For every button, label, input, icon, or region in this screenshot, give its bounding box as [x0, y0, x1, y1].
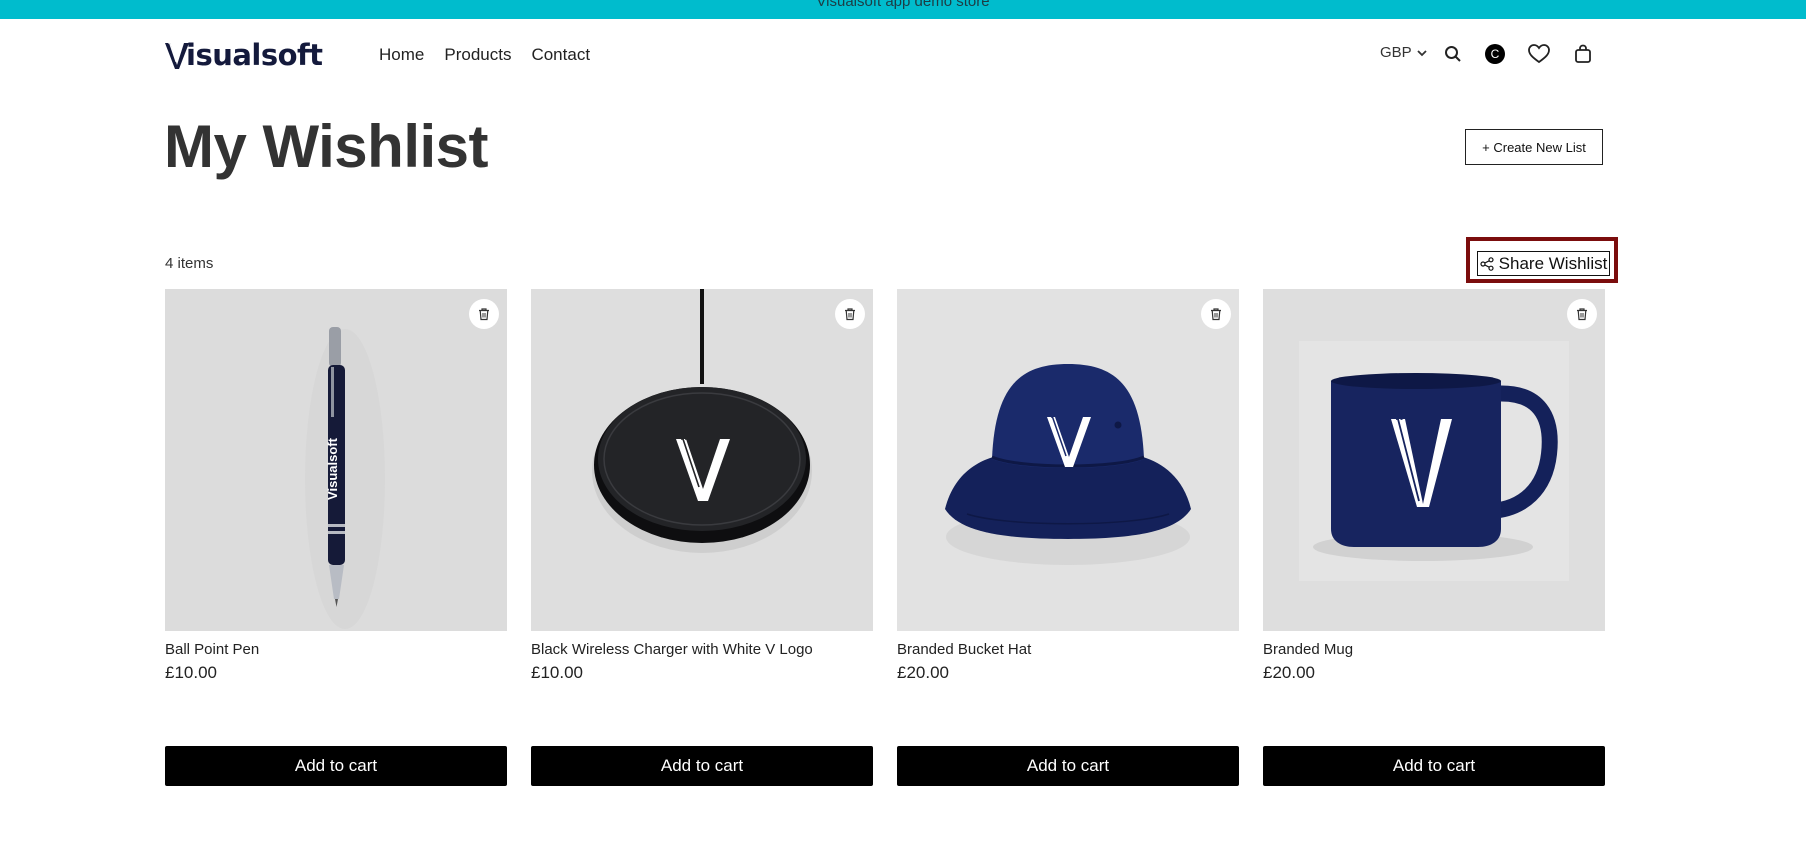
nav-home[interactable]: Home [379, 43, 424, 67]
product-price: £10.00 [531, 663, 583, 682]
nav-products[interactable]: Products [444, 43, 511, 67]
nav-contact[interactable]: Contact [531, 43, 590, 67]
add-to-cart-button[interactable]: Add to cart [897, 746, 1239, 786]
announcement-bar: Visualsoft app demo store [0, 0, 1806, 19]
remove-item-button[interactable] [835, 299, 865, 329]
trash-icon [1211, 308, 1221, 321]
share-wishlist-label: Share Wishlist [1498, 253, 1608, 273]
announcement-text: Visualsoft app demo store [816, 0, 990, 10]
product-name[interactable]: Black Wireless Charger with White V Logo [531, 641, 813, 658]
wishlist-grid: Visualsoft Ball Point Pen £10.00 Add to … [165, 289, 1605, 789]
product-image-bucket-hat[interactable] [897, 289, 1239, 631]
wishlist-item: Visualsoft Ball Point Pen £10.00 Add to … [165, 289, 507, 786]
svg-text:Visualsoft: Visualsoft [325, 437, 340, 500]
main-nav: Home Products Contact [379, 43, 610, 67]
currency-label: GBP [1380, 44, 1412, 61]
product-image-mug[interactable] [1263, 289, 1605, 631]
trash-icon [1577, 308, 1587, 321]
product-price: £20.00 [1263, 663, 1315, 682]
remove-item-button[interactable] [1201, 299, 1231, 329]
chevron-down-icon [1417, 49, 1427, 56]
share-wishlist-button[interactable]: Share Wishlist [1477, 251, 1610, 276]
add-to-cart-button[interactable]: Add to cart [531, 746, 873, 786]
trash-icon [845, 308, 855, 321]
add-to-cart-button[interactable]: Add to cart [165, 746, 507, 786]
wishlist-item: Branded Mug £20.00 Add to cart [1263, 289, 1605, 786]
trash-icon [479, 308, 489, 321]
product-price: £10.00 [165, 663, 217, 682]
product-name[interactable]: Branded Bucket Hat [897, 641, 1031, 658]
product-price: £20.00 [897, 663, 949, 682]
product-name[interactable]: Ball Point Pen [165, 641, 259, 658]
product-name[interactable]: Branded Mug [1263, 641, 1353, 658]
product-image-pen[interactable]: Visualsoft [165, 289, 507, 631]
site-header: isualsoft Home Products Contact GBP C [0, 19, 1806, 89]
page-title: My Wishlist [164, 113, 489, 180]
remove-item-button[interactable] [1567, 299, 1597, 329]
create-new-list-button[interactable]: + Create New List [1465, 129, 1603, 165]
heart-icon[interactable] [1528, 43, 1550, 65]
account-icon[interactable]: C [1484, 43, 1506, 65]
logo[interactable]: isualsoft [165, 37, 323, 73]
wishlist-item: Branded Bucket Hat £20.00 Add to cart [897, 289, 1239, 786]
product-image-charger[interactable] [531, 289, 873, 631]
share-icon [1480, 256, 1494, 271]
account-initial: C [1485, 44, 1505, 64]
remove-item-button[interactable] [469, 299, 499, 329]
items-count: 4 items [165, 255, 214, 272]
bag-icon[interactable] [1572, 43, 1594, 65]
currency-selector[interactable]: GBP [1380, 44, 1428, 61]
logo-text: isualsoft [186, 38, 323, 72]
wishlist-item: Black Wireless Charger with White V Logo… [531, 289, 873, 786]
search-icon[interactable] [1442, 43, 1464, 65]
add-to-cart-button[interactable]: Add to cart [1263, 746, 1605, 786]
